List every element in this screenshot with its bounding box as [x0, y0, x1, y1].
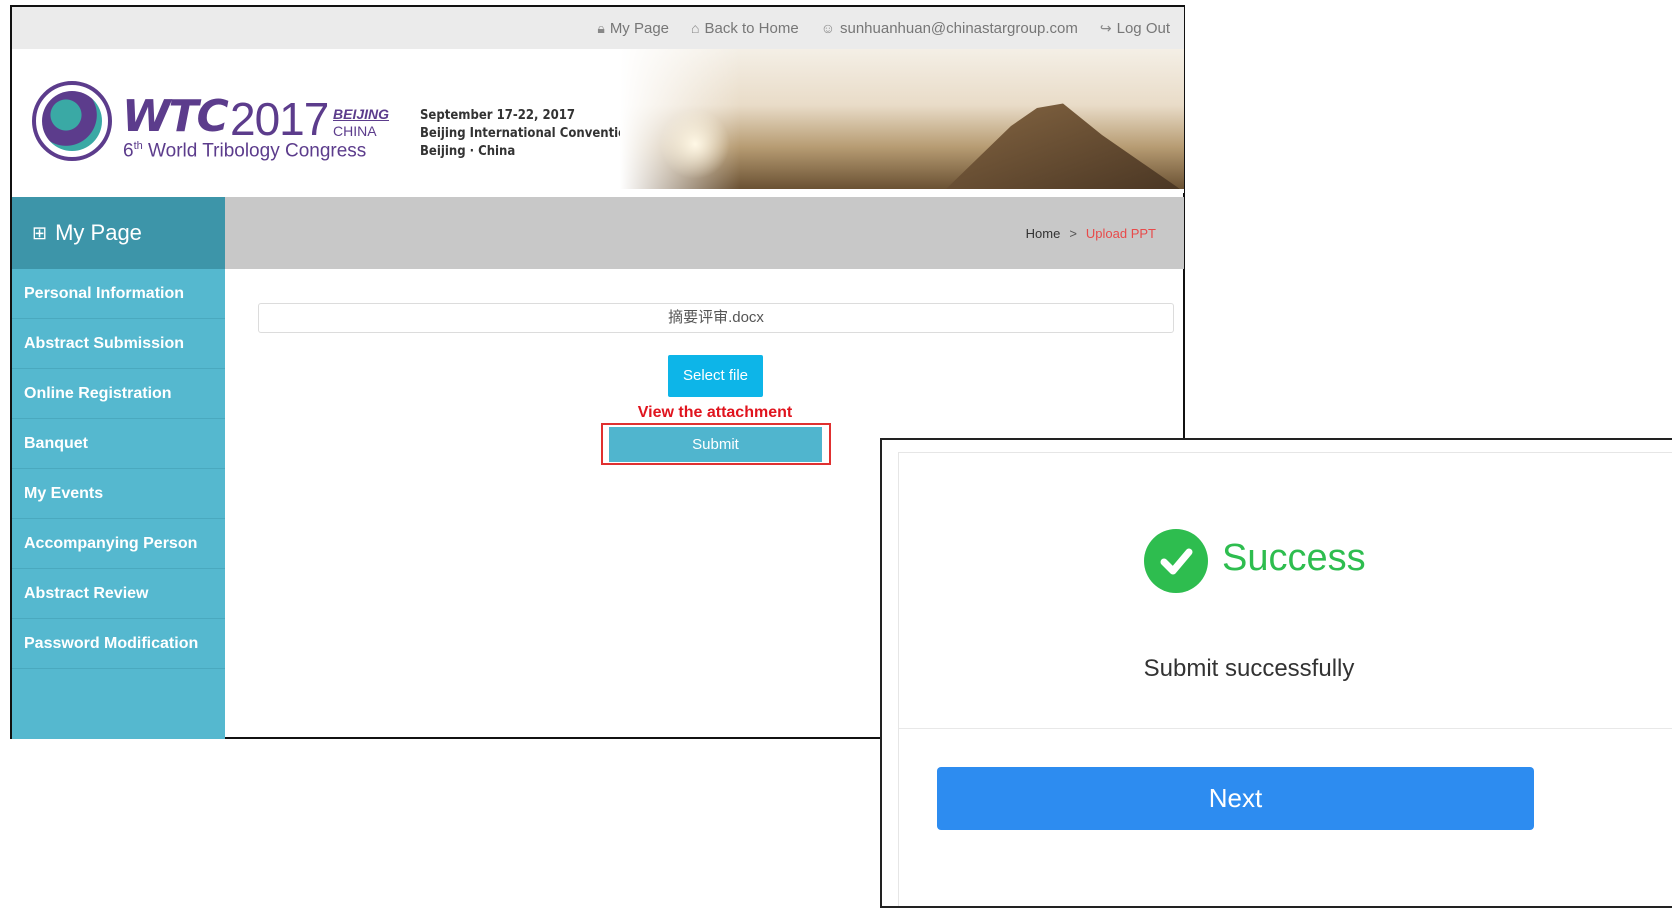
user-email-link[interactable]: ☺ sunhuanhuan@chinastargroup.com [821, 20, 1078, 37]
grid-icon: ⊞ [32, 222, 48, 243]
sidebar-item-accompanying-person[interactable]: Accompanying Person [12, 519, 225, 569]
logo-year-text: 2017 [230, 93, 329, 145]
top-nav-bar: 🔒︎ My Page ⌂ Back to Home ☺ sunhuanhuan@… [12, 7, 1184, 49]
sun-glow [660, 109, 730, 179]
success-title: Success [1222, 537, 1366, 579]
sidebar: ⊞ My Page Personal Information Abstract … [12, 197, 225, 739]
home-icon: ⌂ [691, 20, 700, 36]
breadcrumb-current: Upload PPT [1085, 225, 1156, 241]
logo-ordinal: 6 [123, 140, 134, 162]
next-button[interactable]: Next [937, 767, 1534, 830]
sidebar-item-my-events[interactable]: My Events [12, 469, 225, 519]
sidebar-item-password-modification[interactable]: Password Modification [12, 619, 225, 669]
sidebar-item-abstract-submission[interactable]: Abstract Submission [12, 319, 225, 369]
success-dialog: Success Submit successfully Next [880, 438, 1672, 908]
select-file-button[interactable]: Select file [668, 355, 763, 397]
temple-of-heaven-logo-icon [32, 81, 112, 161]
sidebar-item-online-registration[interactable]: Online Registration [12, 369, 225, 419]
great-wall-mountain [946, 103, 1180, 189]
my-page-link-label: My Page [609, 19, 670, 37]
logo-subtitle: 6th World Tribology Congress [123, 140, 366, 162]
sidebar-header: ⊞ My Page [12, 197, 225, 269]
log-out-link[interactable]: ↪ Log Out [1100, 20, 1170, 37]
submit-button[interactable]: Submit [609, 427, 822, 462]
log-out-label: Log Out [1116, 19, 1170, 37]
sidebar-title: My Page [55, 220, 142, 245]
back-to-home-link[interactable]: ⌂ Back to Home [691, 20, 799, 37]
sidebar-item-abstract-review[interactable]: Abstract Review [12, 569, 225, 619]
success-dialog-body: Success Submit successfully Next [898, 452, 1672, 906]
success-message: Submit successfully [1143, 655, 1355, 682]
breadcrumb-home-link[interactable]: Home [1026, 226, 1061, 241]
great-wall-banner-image [620, 49, 1184, 189]
logo-wtc-text: WTC [122, 91, 229, 142]
logo-ordinal-suffix: th [133, 140, 143, 152]
my-page-link[interactable]: 🔒︎ My Page [597, 20, 669, 37]
logo-beijing-text: BEIJING [333, 106, 390, 122]
breadcrumb-separator: > [1069, 225, 1077, 241]
view-attachment-annotation: View the attachment [637, 404, 793, 421]
lock-icon: 🔒︎ [597, 19, 605, 36]
breadcrumb: Home > Upload PPT [225, 197, 1184, 269]
sidebar-item-banquet[interactable]: Banquet [12, 419, 225, 469]
logo-china-text: CHINA [333, 123, 377, 139]
sidebar-item-personal-information[interactable]: Personal Information [12, 269, 225, 319]
logo-subtitle-text: World Tribology Congress [142, 140, 367, 162]
user-icon: ☺ [820, 20, 835, 36]
logout-icon: ↪ [1099, 19, 1112, 36]
file-name-field[interactable]: 摘要评审.docx [258, 303, 1174, 333]
header-banner: WTC 2017 BEIJING CHINA 6th World Tribolo… [12, 49, 1184, 193]
user-email-label: sunhuanhuan@chinastargroup.com [840, 19, 1078, 37]
check-circle-icon [1144, 529, 1208, 593]
back-to-home-label: Back to Home [704, 19, 799, 37]
dialog-divider [899, 728, 1672, 729]
